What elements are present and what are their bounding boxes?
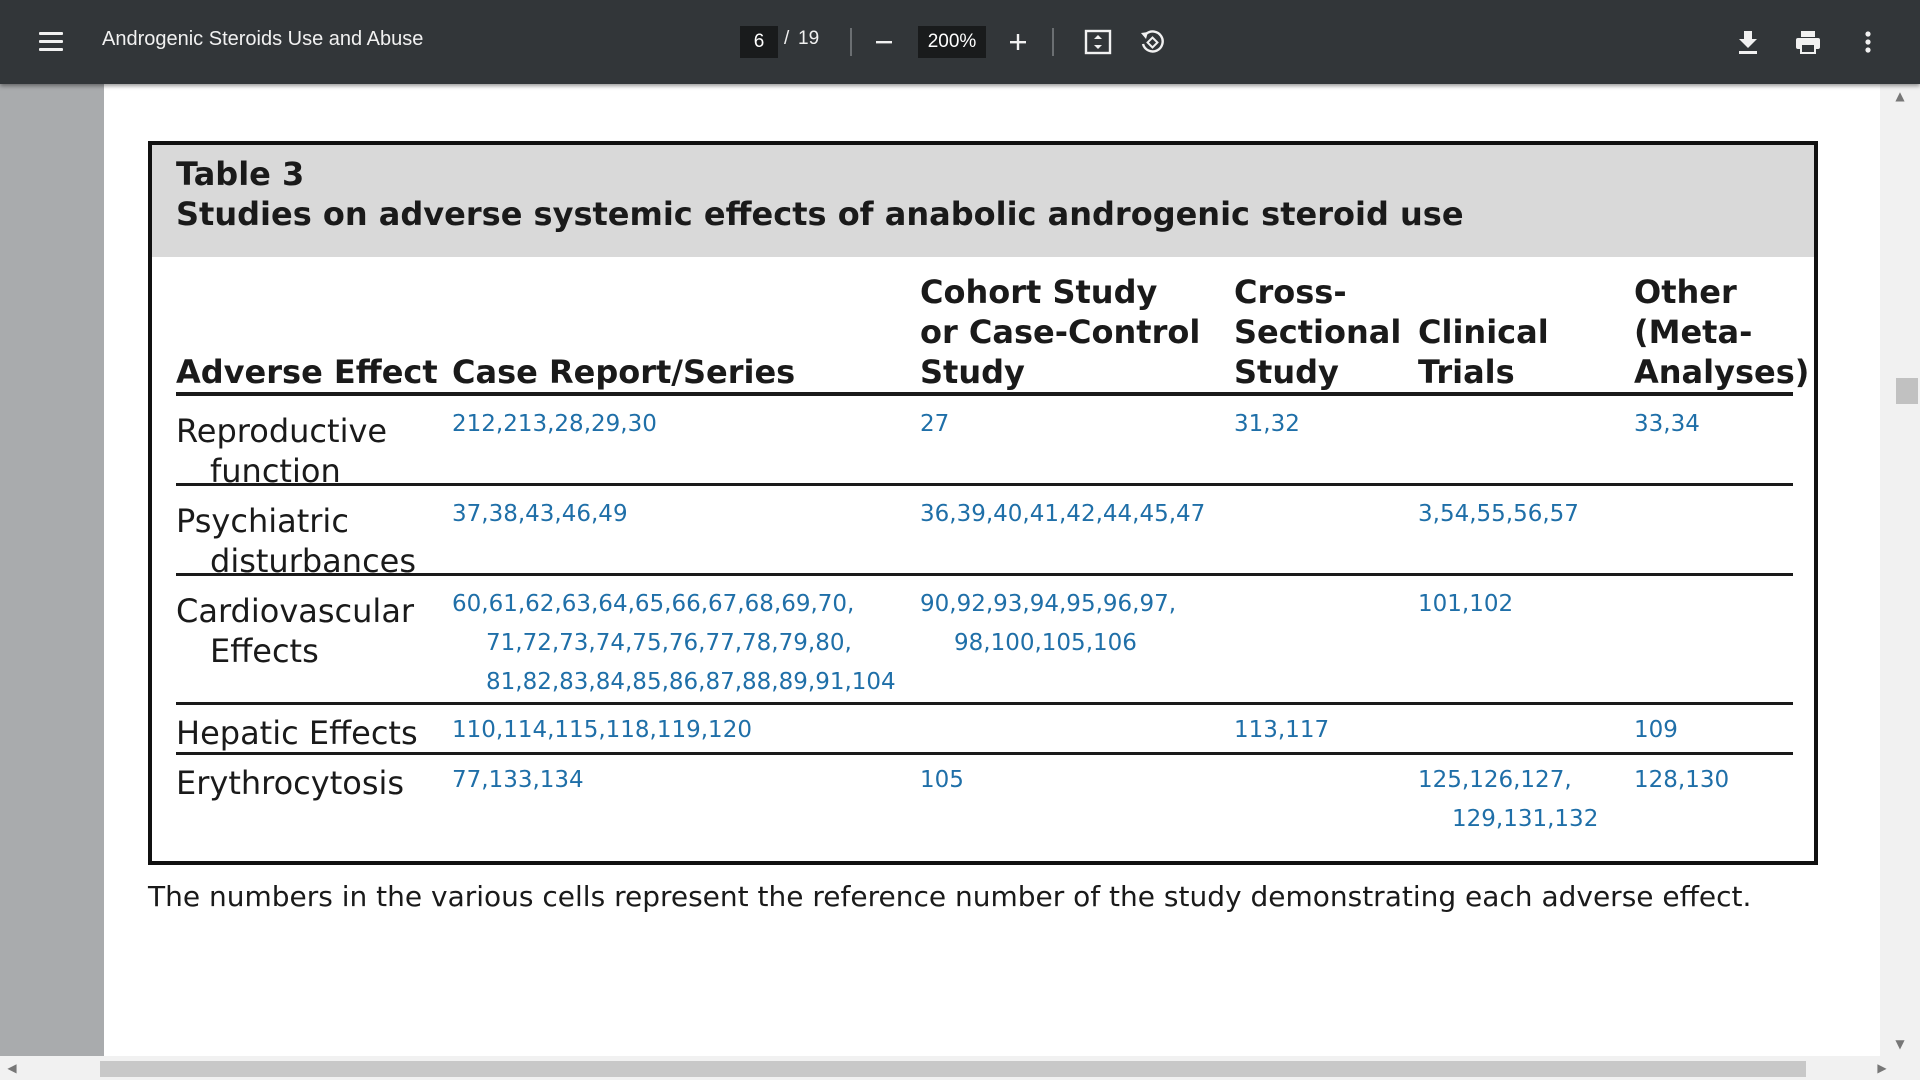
col-header-cross-sectional: Cross- Sectional Study <box>1234 272 1401 392</box>
effect-line: Reproductive <box>176 412 388 450</box>
refs-erythrocytosis-clinical[interactable]: 125,126,127, 129,131,132 <box>1418 761 1598 839</box>
refs-erythrocytosis-case[interactable]: 77,133,134 <box>452 761 584 800</box>
refs-psychiatric-clinical[interactable]: 3,54,55,56,57 <box>1418 495 1579 534</box>
effect-line: Psychiatric <box>176 502 349 540</box>
fit-page-icon <box>1084 29 1112 55</box>
vertical-scrollbar[interactable]: ▲ ▼ <box>1880 84 1920 1056</box>
table-3: Table 3 Studies on adverse systemic effe… <box>148 141 1818 865</box>
scroll-left-icon[interactable]: ◀ <box>2 1056 22 1080</box>
refs-cardiovascular-case[interactable]: 60,61,62,63,64,65,66,67,68,69,70, 71,72,… <box>452 585 896 702</box>
row-effect-erythrocytosis: Erythrocytosis <box>176 764 405 802</box>
refs-line: 71,72,73,74,75,76,77,78,79,80, <box>486 630 852 656</box>
zoom-in-button[interactable] <box>1000 24 1036 60</box>
col-header-clinical-line: Trials <box>1418 353 1515 391</box>
refs-line: 98,100,105,106 <box>954 630 1137 656</box>
col-header-cross-line: Sectional <box>1234 313 1402 351</box>
rotate-button[interactable] <box>1134 24 1170 60</box>
more-icon <box>1865 31 1871 53</box>
sidebar-gutter <box>0 84 104 1056</box>
refs-reproductive-cohort[interactable]: 27 <box>920 405 949 444</box>
col-header-clinical-line: Clinical <box>1418 313 1549 351</box>
rotate-icon <box>1141 30 1164 53</box>
col-header-other-line: (Meta- <box>1634 313 1753 351</box>
col-header-other: Other (Meta- Analyses) <box>1634 272 1809 392</box>
header-rule <box>176 392 1793 396</box>
refs-hepatic-cross[interactable]: 113,117 <box>1234 711 1329 750</box>
print-button[interactable] <box>1790 24 1826 60</box>
col-header-cohort-line: Study <box>920 353 1025 391</box>
pdf-toolbar: Androgenic Steroids Use and Abuse 6 / 19… <box>0 0 1920 84</box>
col-header-cohort-line: or Case-Control <box>920 313 1201 351</box>
row-effect-hepatic: Hepatic Effects <box>176 714 418 752</box>
refs-erythrocytosis-cohort[interactable]: 105 <box>920 761 964 800</box>
horizontal-scrollbar[interactable]: ◀ ▶ <box>0 1056 1920 1080</box>
pdf-page: Table 3 Studies on adverse systemic effe… <box>104 84 1880 1056</box>
row-effect-psychiatric: Psychiatric disturbances <box>176 501 416 581</box>
toolbar-divider <box>850 28 852 56</box>
refs-reproductive-cross[interactable]: 31,32 <box>1234 405 1300 444</box>
print-icon <box>1796 31 1820 54</box>
col-header-cohort: Cohort Study or Case-Control Study <box>920 272 1200 392</box>
effect-line: Effects <box>210 632 319 670</box>
table-caption: Studies on adverse systemic effects of a… <box>176 195 1464 233</box>
zoom-out-icon <box>876 41 892 44</box>
table-label: Table 3 <box>176 155 305 193</box>
refs-hepatic-case[interactable]: 110,114,115,118,119,120 <box>452 711 752 750</box>
refs-psychiatric-cohort[interactable]: 36,39,40,41,42,44,45,47 <box>920 495 1205 534</box>
table-footnote: The numbers in the various cells represe… <box>148 880 1752 913</box>
refs-erythrocytosis-other[interactable]: 128,130 <box>1634 761 1729 800</box>
page-separator: / <box>784 28 790 49</box>
row-rule <box>176 483 1793 486</box>
zoom-out-button[interactable] <box>866 24 902 60</box>
more-actions-button[interactable] <box>1850 24 1886 60</box>
col-header-cohort-line: Cohort Study <box>920 273 1158 311</box>
row-rule <box>176 702 1793 705</box>
page-total: 19 <box>798 28 820 49</box>
download-button[interactable] <box>1730 24 1766 60</box>
refs-line: 129,131,132 <box>1452 806 1599 832</box>
col-header-other-line: Analyses) <box>1634 353 1810 391</box>
table-title-band: Table 3 Studies on adverse systemic effe… <box>152 145 1814 257</box>
refs-line: 125,126,127, <box>1418 767 1572 793</box>
row-rule <box>176 573 1793 576</box>
refs-cardiovascular-cohort[interactable]: 90,92,93,94,95,96,97, 98,100,105,106 <box>920 585 1176 663</box>
refs-line: 60,61,62,63,64,65,66,67,68,69,70, <box>452 591 855 617</box>
scroll-right-icon[interactable]: ▶ <box>1872 1056 1892 1080</box>
refs-reproductive-other[interactable]: 33,34 <box>1634 405 1700 444</box>
scroll-up-icon[interactable]: ▲ <box>1880 86 1920 106</box>
row-effect-reproductive: Reproductive function <box>176 411 387 491</box>
refs-line: 81,82,83,84,85,86,87,88,89,91,104 <box>486 669 896 695</box>
col-header-cross-line: Study <box>1234 353 1339 391</box>
zoom-level-input[interactable]: 200% <box>918 26 986 58</box>
horizontal-scroll-thumb[interactable] <box>100 1061 1806 1077</box>
vertical-scroll-thumb[interactable] <box>1896 378 1918 404</box>
col-header-cross-line: Cross- <box>1234 273 1347 311</box>
menu-icon[interactable] <box>36 28 66 56</box>
refs-cardiovascular-clinical[interactable]: 101,102 <box>1418 585 1513 624</box>
row-rule <box>176 752 1793 755</box>
col-header-other-line: Other <box>1634 273 1737 311</box>
effect-line: Cardiovascular <box>176 592 415 630</box>
fit-page-button[interactable] <box>1080 24 1116 60</box>
refs-hepatic-other[interactable]: 109 <box>1634 711 1678 750</box>
document-title: Androgenic Steroids Use and Abuse <box>102 28 424 50</box>
page-number-input[interactable]: 6 <box>740 26 778 58</box>
row-effect-cardiovascular: Cardiovascular Effects <box>176 591 414 671</box>
col-header-case-report: Case Report/Series <box>452 353 796 391</box>
scroll-down-icon[interactable]: ▼ <box>1880 1034 1920 1054</box>
download-icon <box>1739 31 1757 54</box>
refs-psychiatric-case[interactable]: 37,38,43,46,49 <box>452 495 628 534</box>
col-header-clinical-trials: Clinical Trials <box>1418 312 1549 392</box>
toolbar-divider <box>1052 28 1054 56</box>
refs-line: 90,92,93,94,95,96,97, <box>920 591 1177 617</box>
zoom-in-icon <box>1010 34 1026 50</box>
refs-reproductive-case[interactable]: 212,213,28,29,30 <box>452 405 657 444</box>
col-header-adverse-effect: Adverse Effect <box>176 353 438 391</box>
